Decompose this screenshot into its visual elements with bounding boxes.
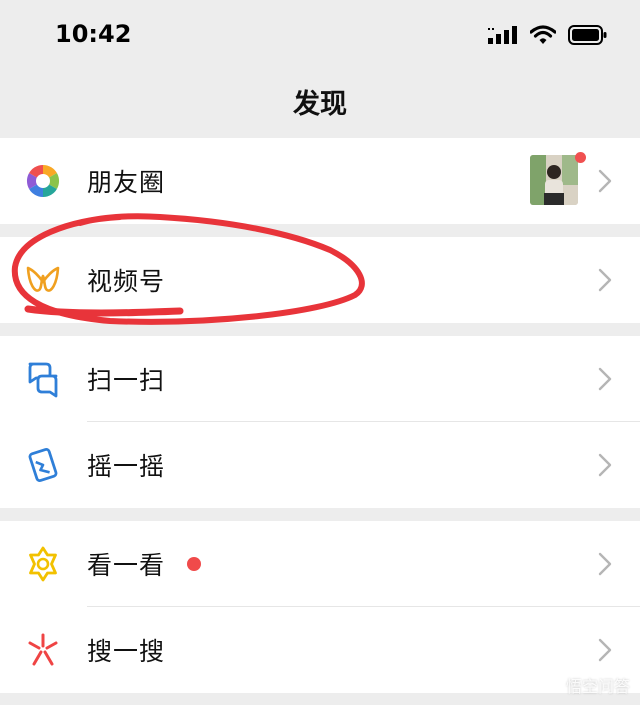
chevron-right-icon [598,268,612,292]
list-item-label: 搜一搜 [87,637,166,666]
list-item-scan[interactable]: 扫一扫 [0,336,640,422]
chevron-right-icon [598,638,612,662]
group-scan-shake: 扫一扫 摇一摇 [0,336,640,508]
chevron-right-icon [598,367,612,391]
page-title: 发现 [293,89,347,120]
search-icon [24,631,62,669]
top-stories-icon [24,545,62,583]
list-item-label: 看一看 [87,551,166,580]
top-stories-unread-badge [187,557,201,571]
moments-thumbnail [530,155,578,205]
list-item-shake[interactable]: 摇一摇 [0,422,640,508]
chevron-right-icon [598,453,612,477]
watermark-logo-icon [540,677,560,693]
moments-icon [24,162,62,200]
list-item-label: 视频号 [87,267,166,296]
chevron-right-icon [598,552,612,576]
battery-icon [568,25,607,45]
list-item-moments[interactable]: 朋友圈 [0,138,640,224]
list-item-channels[interactable]: 视频号 [0,237,640,323]
group-moments: 朋友圈 [0,138,640,224]
status-bar: 10:42 [0,0,640,70]
group-channels: 视频号 [0,237,640,323]
status-time: 10:42 [55,20,132,48]
moments-unread-badge [575,152,586,163]
list-item-top-stories[interactable]: 看一看 [0,521,640,607]
watermark: 悟空问答 [540,673,630,697]
shake-icon [24,446,62,484]
group-stories-search: 看一看 搜一搜 [0,521,640,693]
status-icons [488,24,608,46]
wifi-icon [530,25,556,44]
chevron-right-icon [598,169,612,193]
watermark-text: 悟空问答 [565,677,630,696]
list-item-label: 扫一扫 [87,366,166,395]
cellular-signal-icon [488,26,517,44]
list-item-label: 摇一摇 [87,452,166,481]
scan-icon [24,360,62,398]
channels-icon [24,261,62,299]
list-item-label: 朋友圈 [87,168,166,197]
